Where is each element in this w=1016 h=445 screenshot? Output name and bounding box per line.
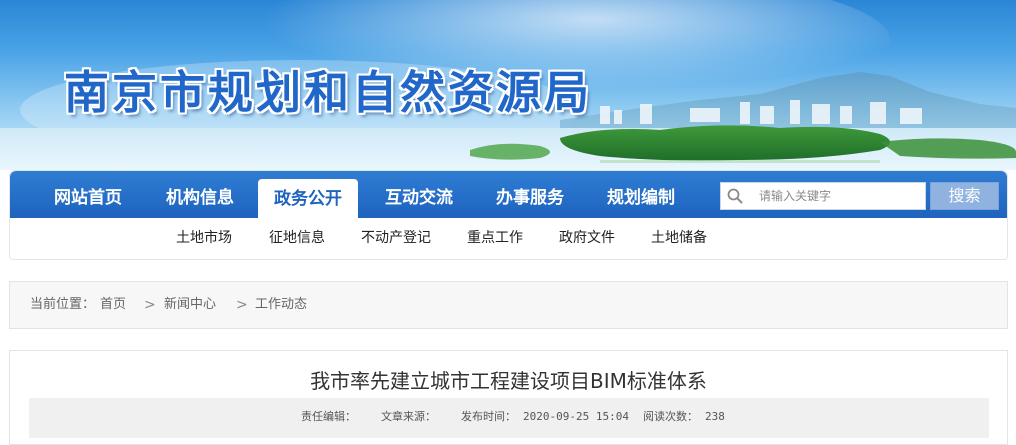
nav-secondary-bar: 土地市场 征地信息 不动产登记 重点工作 政府文件 土地储备 xyxy=(10,218,1007,259)
search-input[interactable] xyxy=(757,183,922,209)
breadcrumb-news-link[interactable]: 新闻中心 xyxy=(164,282,216,328)
meta-editor-label: 责任编辑： xyxy=(301,410,356,423)
sub-item-land-market[interactable]: 土地市场 xyxy=(176,218,232,259)
breadcrumb-prefix: 当前位置： xyxy=(30,297,96,312)
meta-date-label: 发布时间： xyxy=(461,410,516,423)
header-banner: 南京市规划和自然资源局 xyxy=(0,0,1016,170)
breadcrumb-separator: > xyxy=(144,297,156,313)
article-title: 我市率先建立城市工程建设项目BIM标准体系 xyxy=(310,369,707,393)
meta-source-label: 文章来源： xyxy=(381,410,436,423)
sub-item-land-acquisition[interactable]: 征地信息 xyxy=(269,218,325,259)
sub-item-land-reserve[interactable]: 土地储备 xyxy=(651,218,707,259)
sub-item-gov-documents[interactable]: 政府文件 xyxy=(559,218,615,259)
nav-item-gov-affairs[interactable]: 政务公开 xyxy=(258,179,358,218)
breadcrumb-home-link[interactable]: 首页 xyxy=(100,282,126,328)
breadcrumb-work-news-link[interactable]: 工作动态 xyxy=(255,282,307,328)
nav-item-home[interactable]: 网站首页 xyxy=(32,171,144,218)
breadcrumb: 当前位置： 首页 > 新闻中心 > 工作动态 xyxy=(9,281,1008,329)
site-title: 南京市规划和自然资源局 xyxy=(64,66,593,119)
article-meta-bar: 责任编辑： 文章来源： 发布时间： 2020-09-25 15:04 阅读次数：… xyxy=(29,398,989,438)
search-icon xyxy=(727,188,743,204)
sub-item-key-work[interactable]: 重点工作 xyxy=(467,218,523,259)
nav-item-services[interactable]: 办事服务 xyxy=(475,171,585,218)
meta-date-value: 2020-09-25 15:04 xyxy=(523,410,629,423)
nav-item-interaction[interactable]: 互动交流 xyxy=(365,171,473,218)
nav-item-organization[interactable]: 机构信息 xyxy=(144,171,256,218)
breadcrumb-separator: > xyxy=(236,297,248,313)
search-box xyxy=(720,182,926,210)
meta-views-value: 238 xyxy=(705,410,725,423)
meta-views-label: 阅读次数： xyxy=(643,410,698,423)
nav-item-planning[interactable]: 规划编制 xyxy=(585,171,697,218)
main-navigation: 网站首页 机构信息 政务公开 互动交流 办事服务 规划编制 搜索 土地市场 征地… xyxy=(9,170,1008,260)
article-container: 我市率先建立城市工程建设项目BIM标准体系 责任编辑： 文章来源： 发布时间： … xyxy=(9,350,1008,445)
nav-primary-bar: 网站首页 机构信息 政务公开 互动交流 办事服务 规划编制 搜索 xyxy=(10,171,1007,218)
sub-item-real-estate-registration[interactable]: 不动产登记 xyxy=(361,218,431,259)
search-button[interactable]: 搜索 xyxy=(930,182,999,210)
